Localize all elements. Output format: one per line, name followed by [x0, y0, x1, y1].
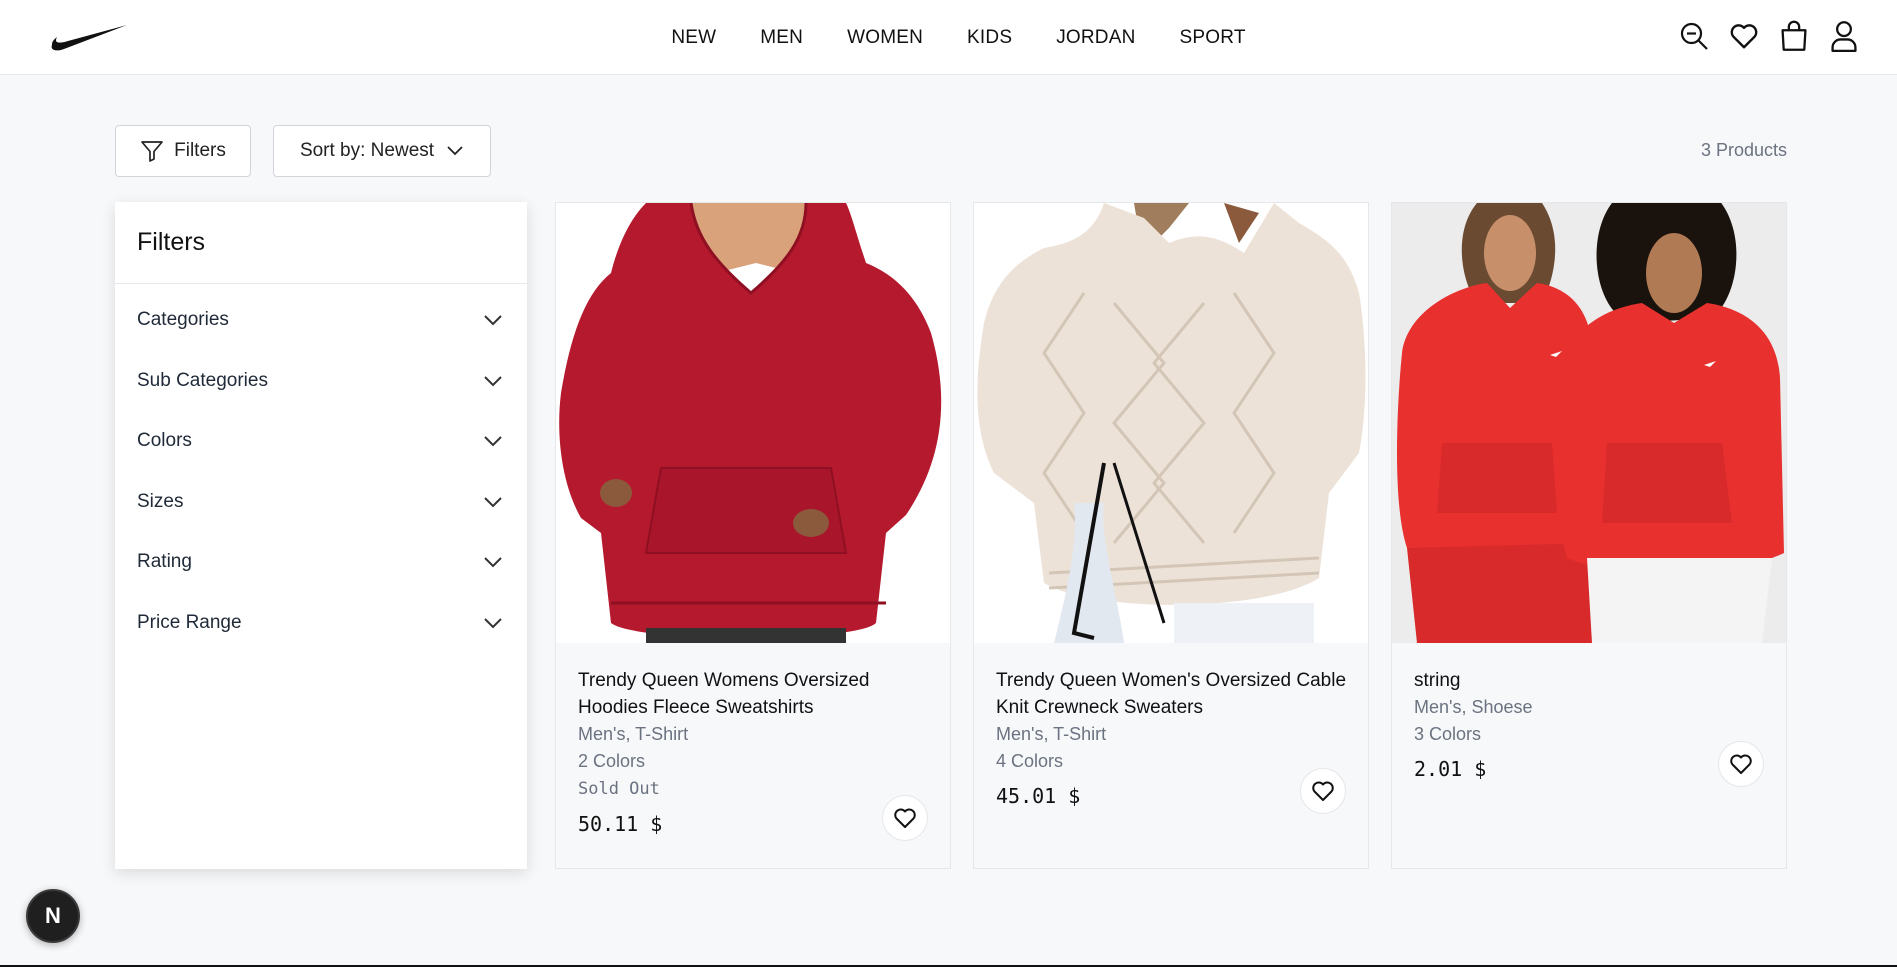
nav-women[interactable]: WOMEN: [847, 27, 923, 49]
product-image-hoodie[interactable]: [556, 203, 950, 643]
product-card[interactable]: string Men's, Shoese 3 Colors 2.01 $: [1391, 202, 1787, 869]
wishlist-button[interactable]: [882, 795, 928, 841]
product-card[interactable]: Trendy Queen Womens Oversized Hoodies Fl…: [555, 202, 951, 869]
nextjs-dev-badge[interactable]: N: [26, 889, 80, 943]
filter-label: Sizes: [137, 490, 184, 512]
shopping-bag-icon[interactable]: [1779, 18, 1809, 54]
filter-label: Price Range: [137, 611, 242, 633]
chevron-down-icon: [484, 376, 502, 387]
filters-button[interactable]: Filters: [115, 125, 251, 177]
user-icon[interactable]: [1829, 18, 1859, 54]
nav-sport[interactable]: SPORT: [1180, 27, 1246, 49]
product-card[interactable]: Trendy Queen Women's Oversized Cable Kni…: [973, 202, 1369, 869]
products-count: 3 Products: [1700, 140, 1787, 160]
filter-categories[interactable]: Categories: [115, 290, 527, 351]
product-colors: 2 Colors: [578, 751, 646, 771]
chevron-down-icon: [447, 146, 463, 156]
product-title[interactable]: Trendy Queen Womens Oversized Hoodies Fl…: [578, 667, 928, 721]
product-category: Men's, Shoese: [1414, 697, 1533, 717]
sidebar-title: Filters: [115, 202, 527, 284]
filter-rating[interactable]: Rating: [115, 532, 527, 593]
filter-label: Colors: [137, 430, 192, 452]
nav-men[interactable]: MEN: [760, 27, 803, 49]
filter-label: Categories: [137, 309, 229, 331]
chevron-down-icon: [484, 436, 502, 447]
product-category: Men's, T-Shirt: [578, 724, 689, 744]
heart-icon: [1730, 754, 1752, 774]
main-nav: NEW MEN WOMEN KIDS JORDAN SPORT: [0, 0, 1897, 75]
product-category: Men's, T-Shirt: [996, 724, 1107, 744]
header-actions: [1679, 18, 1859, 54]
product-title[interactable]: Trendy Queen Women's Oversized Cable Kni…: [996, 667, 1346, 721]
filter-price-range[interactable]: Price Range: [115, 593, 527, 654]
nav-kids[interactable]: KIDS: [967, 27, 1012, 49]
product-colors: 3 Colors: [1414, 724, 1482, 744]
filter-label: Sub Categories: [137, 369, 268, 391]
product-title[interactable]: string: [1414, 667, 1764, 694]
product-colors: 4 Colors: [996, 751, 1064, 771]
sort-dropdown-label: Sort by: Newest: [299, 140, 435, 161]
filter-colors[interactable]: Colors: [115, 411, 527, 472]
product-info: Trendy Queen Women's Oversized Cable Kni…: [974, 643, 1368, 814]
product-info: Trendy Queen Womens Oversized Hoodies Fl…: [556, 643, 950, 841]
chevron-down-icon: [484, 315, 502, 326]
filter-sizes[interactable]: Sizes: [115, 472, 527, 533]
filter-funnel-icon: [141, 141, 163, 162]
search-icon[interactable]: [1679, 18, 1709, 54]
filters-sidebar: Filters Categories Sub Categories Colors…: [115, 202, 527, 869]
nav-new[interactable]: NEW: [671, 27, 716, 49]
product-price: 50.11 $: [578, 812, 663, 836]
product-price: 45.01 $: [996, 784, 1081, 808]
product-price: 2.01 $: [1414, 757, 1487, 781]
wishlist-button[interactable]: [1718, 741, 1764, 787]
product-image-red-hoodies[interactable]: [1392, 203, 1786, 643]
heart-icon: [894, 808, 916, 828]
chevron-down-icon: [484, 497, 502, 508]
product-status: Sold Out: [578, 779, 660, 799]
wishlist-button[interactable]: [1300, 768, 1346, 814]
chevron-down-icon: [484, 618, 502, 629]
chevron-down-icon: [484, 557, 502, 568]
filter-sub-categories[interactable]: Sub Categories: [115, 351, 527, 412]
site-header: NEW MEN WOMEN KIDS JORDAN SPORT: [0, 0, 1897, 75]
filter-label: Rating: [137, 551, 192, 573]
heart-icon: [1312, 781, 1334, 801]
sort-dropdown[interactable]: Sort by: Newest: [273, 125, 491, 177]
nav-jordan[interactable]: JORDAN: [1056, 27, 1135, 49]
heart-icon[interactable]: [1729, 18, 1759, 54]
filters-button-label: Filters: [174, 140, 226, 161]
product-image-sweater[interactable]: [974, 203, 1368, 643]
product-info: string Men's, Shoese 3 Colors 2.01 $: [1392, 643, 1786, 787]
